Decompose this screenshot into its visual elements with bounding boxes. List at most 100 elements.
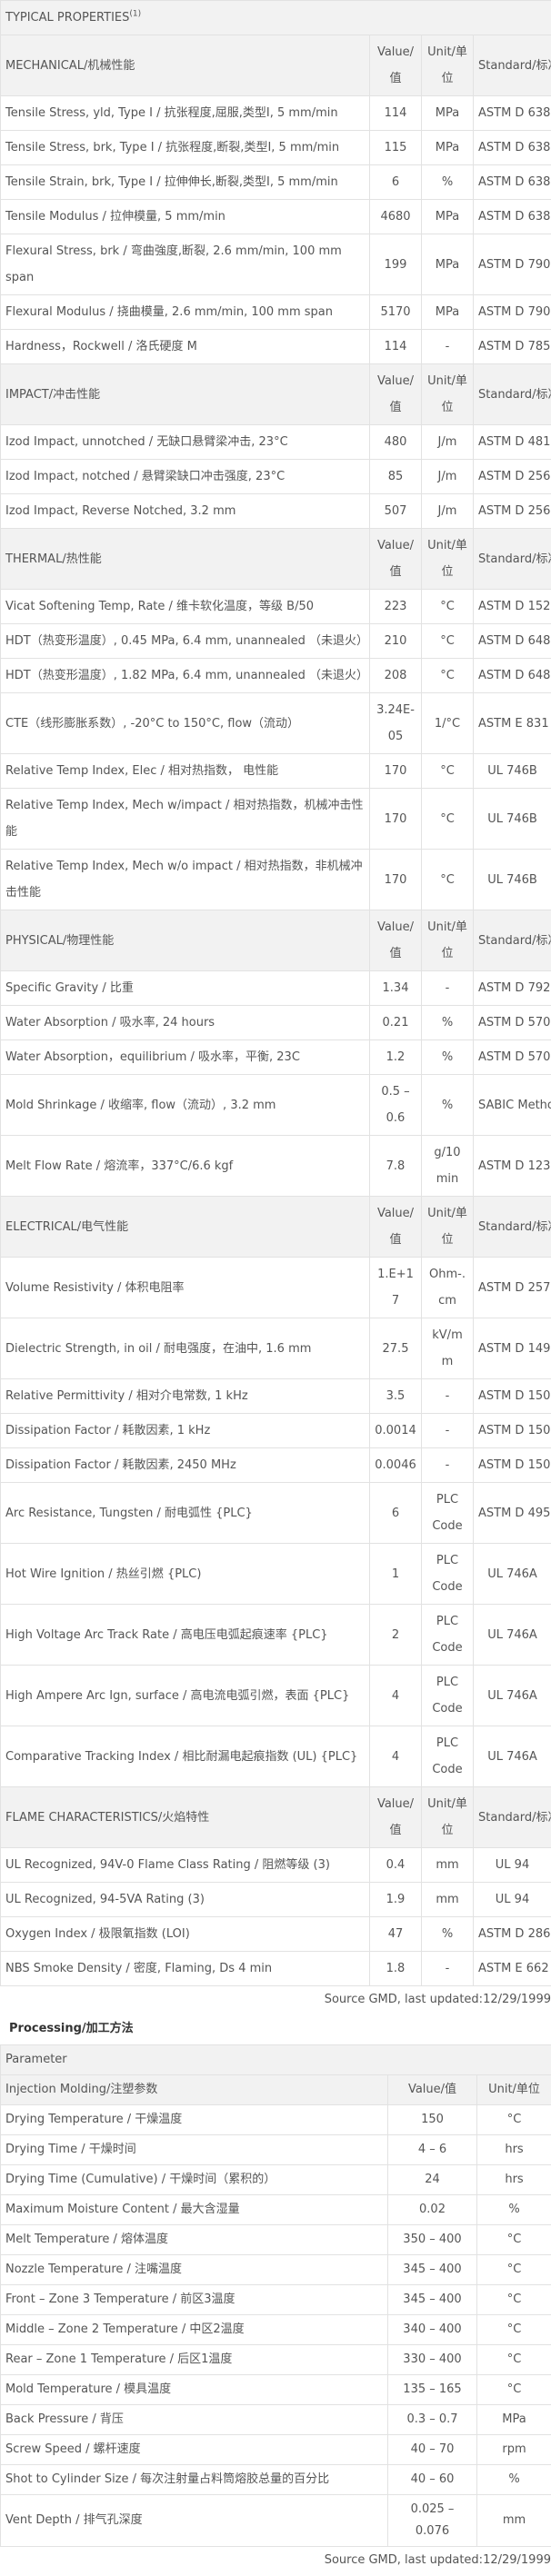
table-row: CTE（线形膨胀系数）, -20°C to 150°C, flow（流动）3.2… <box>1 693 551 754</box>
table-row: Screw Speed / 螺杆速度40 – 70rpm <box>1 2435 551 2465</box>
unit-header: Unit/单位 <box>422 364 474 425</box>
property-value: 27.5 <box>370 1318 422 1379</box>
parameter-name: Drying Time (Cumulative) / 干燥时间（累积的） <box>1 2165 388 2195</box>
property-unit: MPa <box>422 96 474 131</box>
property-unit: - <box>422 330 474 364</box>
parameter-unit: °C <box>477 2105 551 2135</box>
table-row: UL Recognized, 94-5VA Rating (3)1.9mmUL … <box>1 1883 551 1917</box>
table-row: Izod Impact, Reverse Notched, 3.2 mm507J… <box>1 494 551 529</box>
property-unit: % <box>422 1917 474 1952</box>
unit-header: Unit/单位 <box>422 529 474 590</box>
table-row: Relative Temp Index, Mech w/o impact / 相… <box>1 850 551 910</box>
parameter-value: 24 <box>388 2165 477 2195</box>
typical-properties-table: TYPICAL PROPERTIES(1) MECHANICAL/机械性能Val… <box>0 0 551 1986</box>
property-unit: MPa <box>422 131 474 165</box>
property-standard: ASTM D 256 <box>474 460 551 494</box>
property-standard: ASTM D 257 <box>474 1258 551 1318</box>
property-value: 4 <box>370 1726 422 1787</box>
parameter-name: Vent Depth / 排气孔深度 <box>1 2495 388 2547</box>
property-value: 0.0046 <box>370 1448 422 1483</box>
table-row: Mold Temperature / 模具温度135 – 165°C <box>1 2375 551 2405</box>
property-unit: PLC Code <box>422 1483 474 1544</box>
property-unit: - <box>422 1379 474 1414</box>
parameter-name: Maximum Moisture Content / 最大含湿量 <box>1 2195 388 2225</box>
property-value: 47 <box>370 1917 422 1952</box>
property-value: 1 <box>370 1544 422 1605</box>
table-row: Volume Resistivity / 体积电阻率1.E+17Ohm-.cmA… <box>1 1258 551 1318</box>
processing-sub-name: Injection Molding/注塑参数 <box>1 2075 388 2105</box>
property-name: Oxygen Index / 极限氧指数 (LOI) <box>1 1917 370 1952</box>
property-unit: 1/°C <box>422 693 474 754</box>
property-unit: MPa <box>422 234 474 295</box>
parameter-value: 345 – 400 <box>388 2285 477 2315</box>
property-unit: J/m <box>422 425 474 460</box>
parameter-name: Nozzle Temperature / 注嘴温度 <box>1 2255 388 2285</box>
parameter-name: Drying Time / 干燥时间 <box>1 2135 388 2165</box>
property-name: Flexural Stress, brk / 弯曲強度,断裂, 2.6 mm/m… <box>1 234 370 295</box>
property-unit: Ohm-.cm <box>422 1258 474 1318</box>
property-unit: - <box>422 1952 474 1986</box>
table-row: Mold Shrinkage / 收缩率, flow（流动）, 3.2 mm0.… <box>1 1075 551 1136</box>
property-unit: °C <box>422 659 474 693</box>
parameter-unit: rpm <box>477 2435 551 2465</box>
section-name: FLAME CHARACTERISTICS/火焰特性 <box>1 1787 370 1848</box>
table-row: Relative Permittivity / 相对介电常数, 1 kHz3.5… <box>1 1379 551 1414</box>
unit-header: Unit/单位 <box>422 35 474 96</box>
property-unit: PLC Code <box>422 1605 474 1666</box>
parameter-name: Front – Zone 3 Temperature / 前区3温度 <box>1 2285 388 2315</box>
property-unit: - <box>422 971 474 1006</box>
parameter-value: 0.025 – 0.076 <box>388 2495 477 2547</box>
property-name: HDT（热变形温度）, 0.45 MPa, 6.4 mm, unannealed… <box>1 624 370 659</box>
property-unit: °C <box>422 754 474 789</box>
parameter-name: Mold Temperature / 模具温度 <box>1 2375 388 2405</box>
property-value: 507 <box>370 494 422 529</box>
table-row: HDT（热变形温度）, 0.45 MPa, 6.4 mm, unannealed… <box>1 624 551 659</box>
property-value: 1.2 <box>370 1040 422 1075</box>
table-row: Dielectric Strength, in oil / 耐电强度，在油中, … <box>1 1318 551 1379</box>
table-row: Dissipation Factor / 耗散因素, 1 kHz0.0014-A… <box>1 1414 551 1448</box>
property-value: 3.24E-05 <box>370 693 422 754</box>
parameter-unit: °C <box>477 2225 551 2255</box>
property-value: 199 <box>370 234 422 295</box>
parameter-value: 0.02 <box>388 2195 477 2225</box>
property-name: Relative Permittivity / 相对介电常数, 1 kHz <box>1 1379 370 1414</box>
parameter-name: Screw Speed / 螺杆速度 <box>1 2435 388 2465</box>
property-standard: ASTM D 648 <box>474 624 551 659</box>
property-standard: ASTM D 638 <box>474 200 551 234</box>
property-unit: J/m <box>422 460 474 494</box>
property-value: 170 <box>370 789 422 850</box>
property-name: Arc Resistance, Tungsten / 耐电弧性 {PLC} <box>1 1483 370 1544</box>
section-name: MECHANICAL/机械性能 <box>1 35 370 96</box>
property-name: Dissipation Factor / 耗散因素, 2450 MHz <box>1 1448 370 1483</box>
processing-value-header: Value/值 <box>388 2075 477 2105</box>
standard-header: Standard/标准 <box>474 529 551 590</box>
property-unit: °C <box>422 850 474 910</box>
parameter-unit: hrs <box>477 2165 551 2195</box>
property-standard: ASTM D 1238 <box>474 1136 551 1197</box>
property-standard: ASTM D 1525 <box>474 590 551 624</box>
parameter-value: 4 – 6 <box>388 2135 477 2165</box>
property-unit: % <box>422 165 474 200</box>
section-header-row: MECHANICAL/机械性能Value/值Unit/单位Standard/标准 <box>1 35 551 96</box>
property-value: 2 <box>370 1605 422 1666</box>
table-row: Izod Impact, notched / 悬臂梁缺口冲击强度, 23°C85… <box>1 460 551 494</box>
property-unit: MPa <box>422 295 474 330</box>
property-standard: ASTM D 638 <box>474 131 551 165</box>
property-name: CTE（线形膨胀系数）, -20°C to 150°C, flow（流动） <box>1 693 370 754</box>
table-row: Relative Temp Index, Mech w/impact / 相对热… <box>1 789 551 850</box>
property-value: 1.E+17 <box>370 1258 422 1318</box>
property-standard: ASTM D 792 <box>474 971 551 1006</box>
table-row: Izod Impact, unnotched / 无缺口悬臂梁冲击, 23°C4… <box>1 425 551 460</box>
table-row: Drying Time / 干燥时间4 – 6hrs <box>1 2135 551 2165</box>
property-name: Hardness，Rockwell / 洛氏硬度 M <box>1 330 370 364</box>
value-header: Value/值 <box>370 364 422 425</box>
table-row: Front – Zone 3 Temperature / 前区3温度345 – … <box>1 2285 551 2315</box>
property-value: 6 <box>370 165 422 200</box>
property-name: UL Recognized, 94V-0 Flame Class Rating … <box>1 1848 370 1883</box>
table-row: High Ampere Arc Ign, surface / 高电流电弧引燃，表… <box>1 1666 551 1726</box>
property-unit: PLC Code <box>422 1544 474 1605</box>
table-row: Middle – Zone 2 Temperature / 中区2温度340 –… <box>1 2315 551 2345</box>
section-name: IMPACT/冲击性能 <box>1 364 370 425</box>
table-row: Flexural Stress, brk / 弯曲強度,断裂, 2.6 mm/m… <box>1 234 551 295</box>
property-unit: mm <box>422 1883 474 1917</box>
